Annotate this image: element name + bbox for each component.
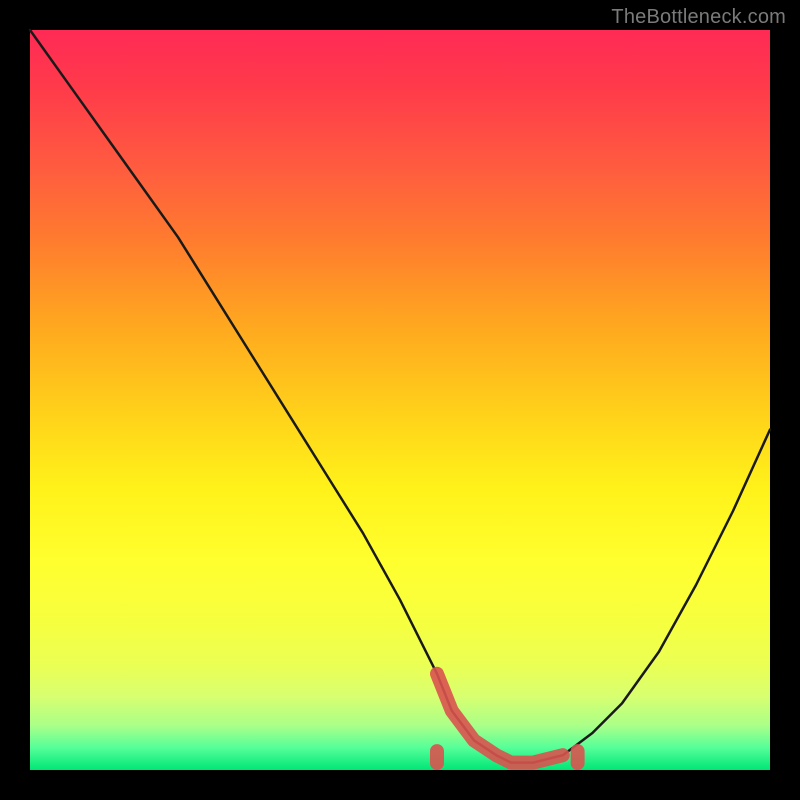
- optimal-range-highlight: [437, 674, 578, 763]
- watermark-text: TheBottleneck.com: [611, 6, 786, 29]
- plot-area: [30, 30, 770, 770]
- chart-svg: [30, 30, 770, 770]
- chart-frame: TheBottleneck.com: [0, 0, 800, 800]
- bottleneck-curve-path: [30, 30, 770, 763]
